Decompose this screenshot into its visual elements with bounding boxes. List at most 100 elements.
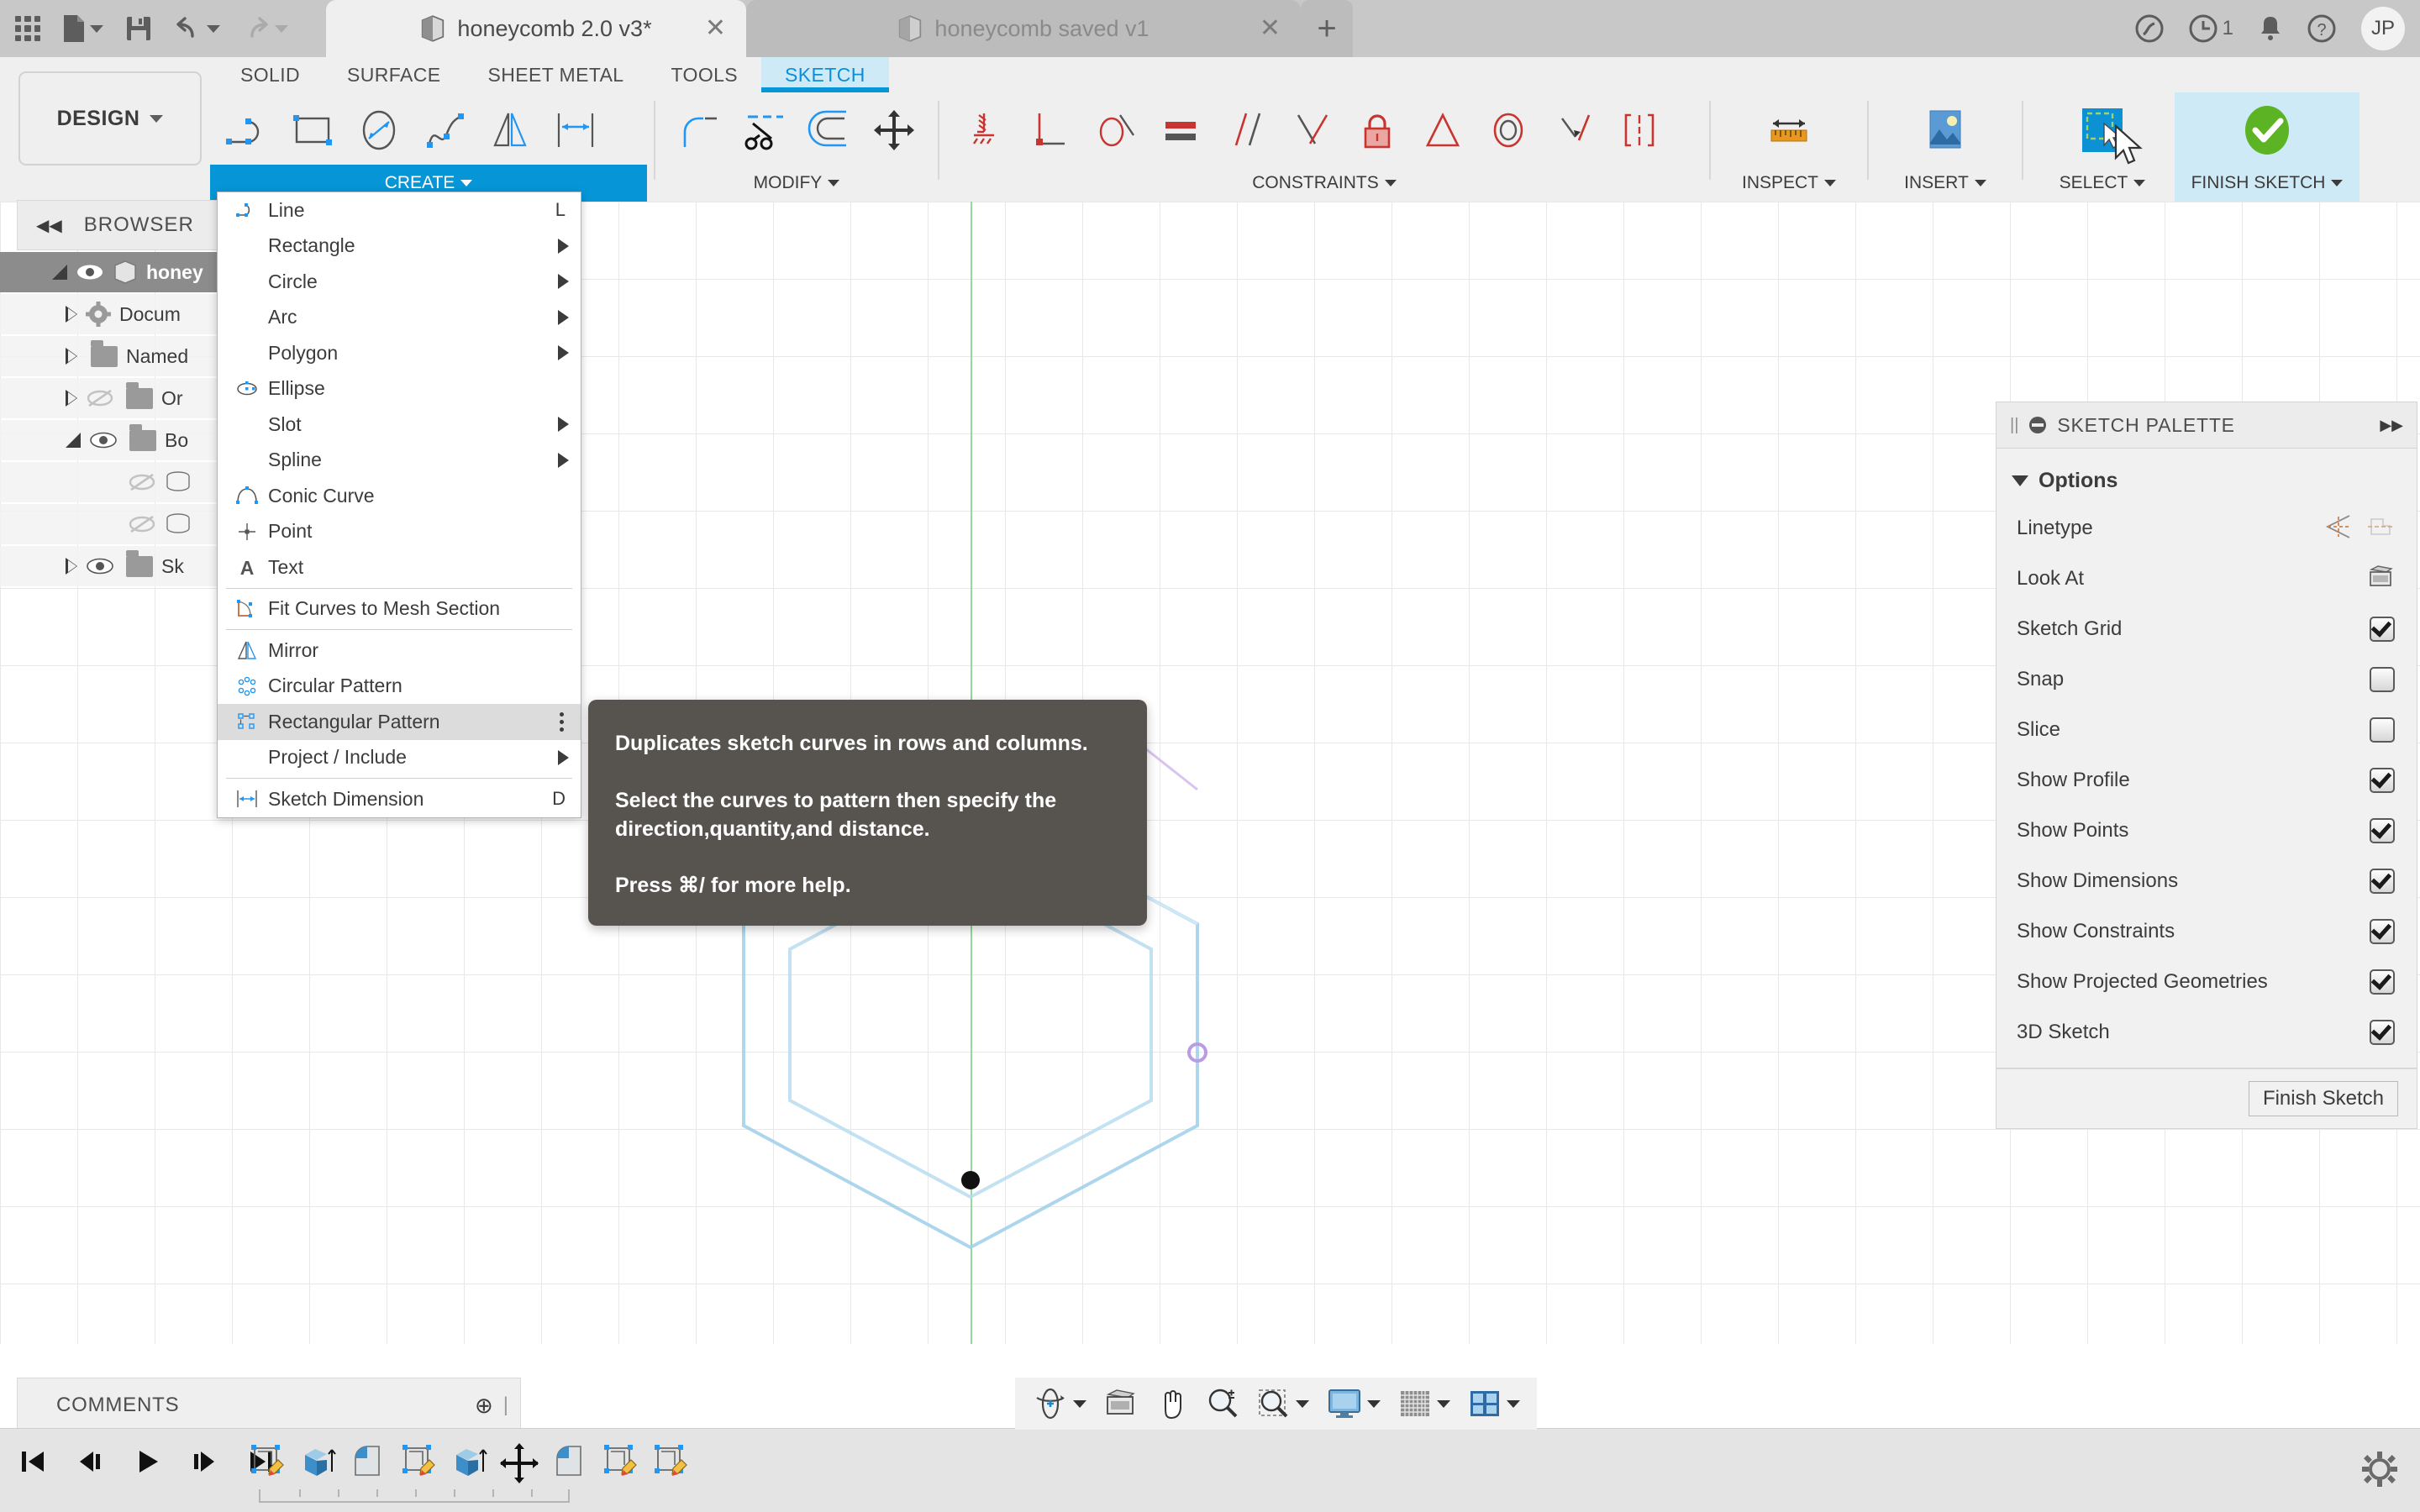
slice-checkbox[interactable]	[2370, 717, 2395, 743]
parallel-icon[interactable]	[1213, 96, 1279, 165]
perpendicular-icon[interactable]	[1017, 96, 1082, 165]
expand-arrow-icon[interactable]	[66, 390, 77, 407]
look-at-button[interactable]	[2366, 564, 2395, 594]
timeline-sketch-feature-icon[interactable]	[647, 1439, 694, 1488]
play-icon[interactable]	[128, 1442, 166, 1481]
menu-item-project-include[interactable]: Project / Include	[218, 740, 581, 776]
timeline-extrude-feature-icon[interactable]	[445, 1439, 492, 1488]
visibility-hidden-icon[interactable]	[128, 515, 156, 533]
timeline-fillet-feature-icon[interactable]	[345, 1439, 392, 1488]
visibility-eye-icon[interactable]	[89, 431, 118, 449]
viewports-icon[interactable]	[1460, 1382, 1527, 1425]
overflow-menu-icon[interactable]	[560, 711, 564, 732]
new-file-icon[interactable]	[62, 13, 103, 44]
lock-icon[interactable]	[1344, 96, 1410, 165]
timeline-sketch-feature-icon[interactable]	[395, 1439, 442, 1488]
offset-icon[interactable]	[797, 96, 861, 165]
chevron-down-icon[interactable]	[1296, 1399, 1309, 1408]
show-constraints-checkbox[interactable]	[2370, 919, 2395, 944]
coincident-icon[interactable]	[1541, 96, 1607, 165]
go-to-beginning-icon[interactable]	[13, 1442, 52, 1481]
timeline-sketch-feature-icon[interactable]	[597, 1439, 644, 1488]
menu-item-fit-curves-to-mesh-section[interactable]: Fit Curves to Mesh Section	[218, 591, 581, 627]
step-back-icon[interactable]	[71, 1442, 109, 1481]
panel-select-label[interactable]: SELECT	[2030, 165, 2175, 202]
panel-insert-label[interactable]: INSERT	[1876, 165, 2015, 202]
zoom-icon[interactable]	[1199, 1382, 1246, 1425]
show-points-checkbox[interactable]	[2370, 818, 2395, 843]
expand-arrow-icon[interactable]	[66, 348, 77, 365]
sketch-grid-checkbox[interactable]	[2370, 617, 2395, 642]
step-forward-icon[interactable]	[185, 1442, 224, 1481]
zoom-window-icon[interactable]	[1249, 1382, 1316, 1425]
chevron-down-icon[interactable]	[1437, 1399, 1450, 1408]
show-projected-geometries-checkbox[interactable]	[2370, 969, 2395, 995]
pan-icon[interactable]	[1149, 1382, 1196, 1425]
line-icon[interactable]	[215, 96, 281, 165]
new-tab-button[interactable]: +	[1301, 0, 1353, 57]
fix-unfix-icon[interactable]	[951, 96, 1017, 165]
tab-tools[interactable]: TOOLS	[648, 57, 762, 92]
avatar[interactable]: JP	[2361, 7, 2405, 50]
show-dimensions-checkbox[interactable]	[2370, 869, 2395, 894]
job-status-icon[interactable]: 1	[2189, 14, 2233, 43]
timeline-extrude-feature-icon[interactable]	[294, 1439, 341, 1488]
menu-item-polygon[interactable]: Polygon	[218, 335, 581, 371]
menu-item-line[interactable]: Line L	[218, 192, 581, 228]
timeline-sketch-feature-icon[interactable]	[244, 1439, 291, 1488]
workspace-switcher-button[interactable]: DESIGN	[18, 71, 202, 165]
menu-item-mirror[interactable]: Mirror	[218, 633, 581, 669]
tangent-icon[interactable]	[1082, 96, 1148, 165]
document-tab-inactive[interactable]: honeycomb saved v1 ✕	[746, 0, 1301, 57]
panel-constraints-label[interactable]: CONSTRAINTS	[946, 165, 1702, 202]
gear-icon[interactable]	[2361, 1451, 2398, 1492]
mirror-icon[interactable]	[477, 96, 543, 165]
menu-item-spline[interactable]: Spline	[218, 443, 581, 479]
timeline-move-feature-icon[interactable]	[496, 1439, 543, 1488]
spline-icon[interactable]	[412, 96, 477, 165]
redo-icon[interactable]	[242, 16, 288, 41]
menu-item-conic-curve[interactable]: Conic Curve	[218, 478, 581, 514]
trim-icon[interactable]	[732, 96, 797, 165]
display-settings-icon[interactable]	[1319, 1382, 1387, 1425]
expand-arrow-icon[interactable]	[66, 306, 77, 323]
collinear-icon[interactable]	[1607, 96, 1672, 165]
expand-arrow-icon[interactable]	[66, 558, 77, 575]
menu-item-point[interactable]: Point	[218, 514, 581, 550]
panel-inspect-label[interactable]: INSPECT	[1718, 165, 1860, 202]
measure-icon[interactable]	[1756, 96, 1822, 165]
equal-icon[interactable]	[1148, 96, 1213, 165]
insert-image-icon[interactable]	[1912, 96, 1978, 165]
menu-item-rectangular-pattern[interactable]: Rectangular Pattern	[218, 704, 581, 740]
visibility-hidden-icon[interactable]	[128, 473, 156, 491]
minimize-icon[interactable]	[2028, 416, 2047, 434]
visibility-hidden-icon[interactable]	[86, 389, 114, 407]
menu-item-circular-pattern[interactable]: Circular Pattern	[218, 669, 581, 705]
app-grid-icon[interactable]	[15, 16, 40, 41]
panel-modify-label[interactable]: MODIFY	[662, 165, 931, 202]
close-icon[interactable]: ✕	[705, 16, 726, 41]
rectangle-icon[interactable]	[281, 96, 346, 165]
chevron-down-icon[interactable]	[1507, 1399, 1520, 1408]
concentric-icon[interactable]	[1476, 96, 1541, 165]
move-copy-icon[interactable]	[861, 96, 926, 165]
visibility-eye-icon[interactable]	[76, 263, 104, 281]
add-comment-icon[interactable]: ⊕	[475, 1393, 493, 1419]
sketch-dimension-icon[interactable]	[543, 96, 608, 165]
tab-sheet-metal[interactable]: SHEET METAL	[464, 57, 647, 92]
expand-arrow-icon[interactable]	[52, 265, 67, 280]
undo-icon[interactable]	[174, 16, 220, 41]
extension-icon[interactable]	[2135, 14, 2164, 43]
menu-item-text[interactable]: A Text	[218, 549, 581, 585]
chevron-down-icon[interactable]	[1073, 1399, 1086, 1408]
drag-handle-icon[interactable]: ||	[2010, 416, 2018, 435]
show-profile-checkbox[interactable]	[2370, 768, 2395, 793]
create-dropdown-menu[interactable]: Line L Rectangle Circle Arc Polygon Ellipse Slo…	[217, 192, 581, 818]
look-at-icon[interactable]	[1097, 1382, 1145, 1425]
tab-surface[interactable]: SURFACE	[324, 57, 464, 92]
green-check-icon[interactable]	[2234, 96, 2300, 165]
help-icon[interactable]: ?	[2307, 14, 2336, 43]
menu-item-slot[interactable]: Slot	[218, 407, 581, 443]
timeline-fillet-feature-icon[interactable]	[546, 1439, 593, 1488]
visibility-eye-icon[interactable]	[86, 557, 114, 575]
